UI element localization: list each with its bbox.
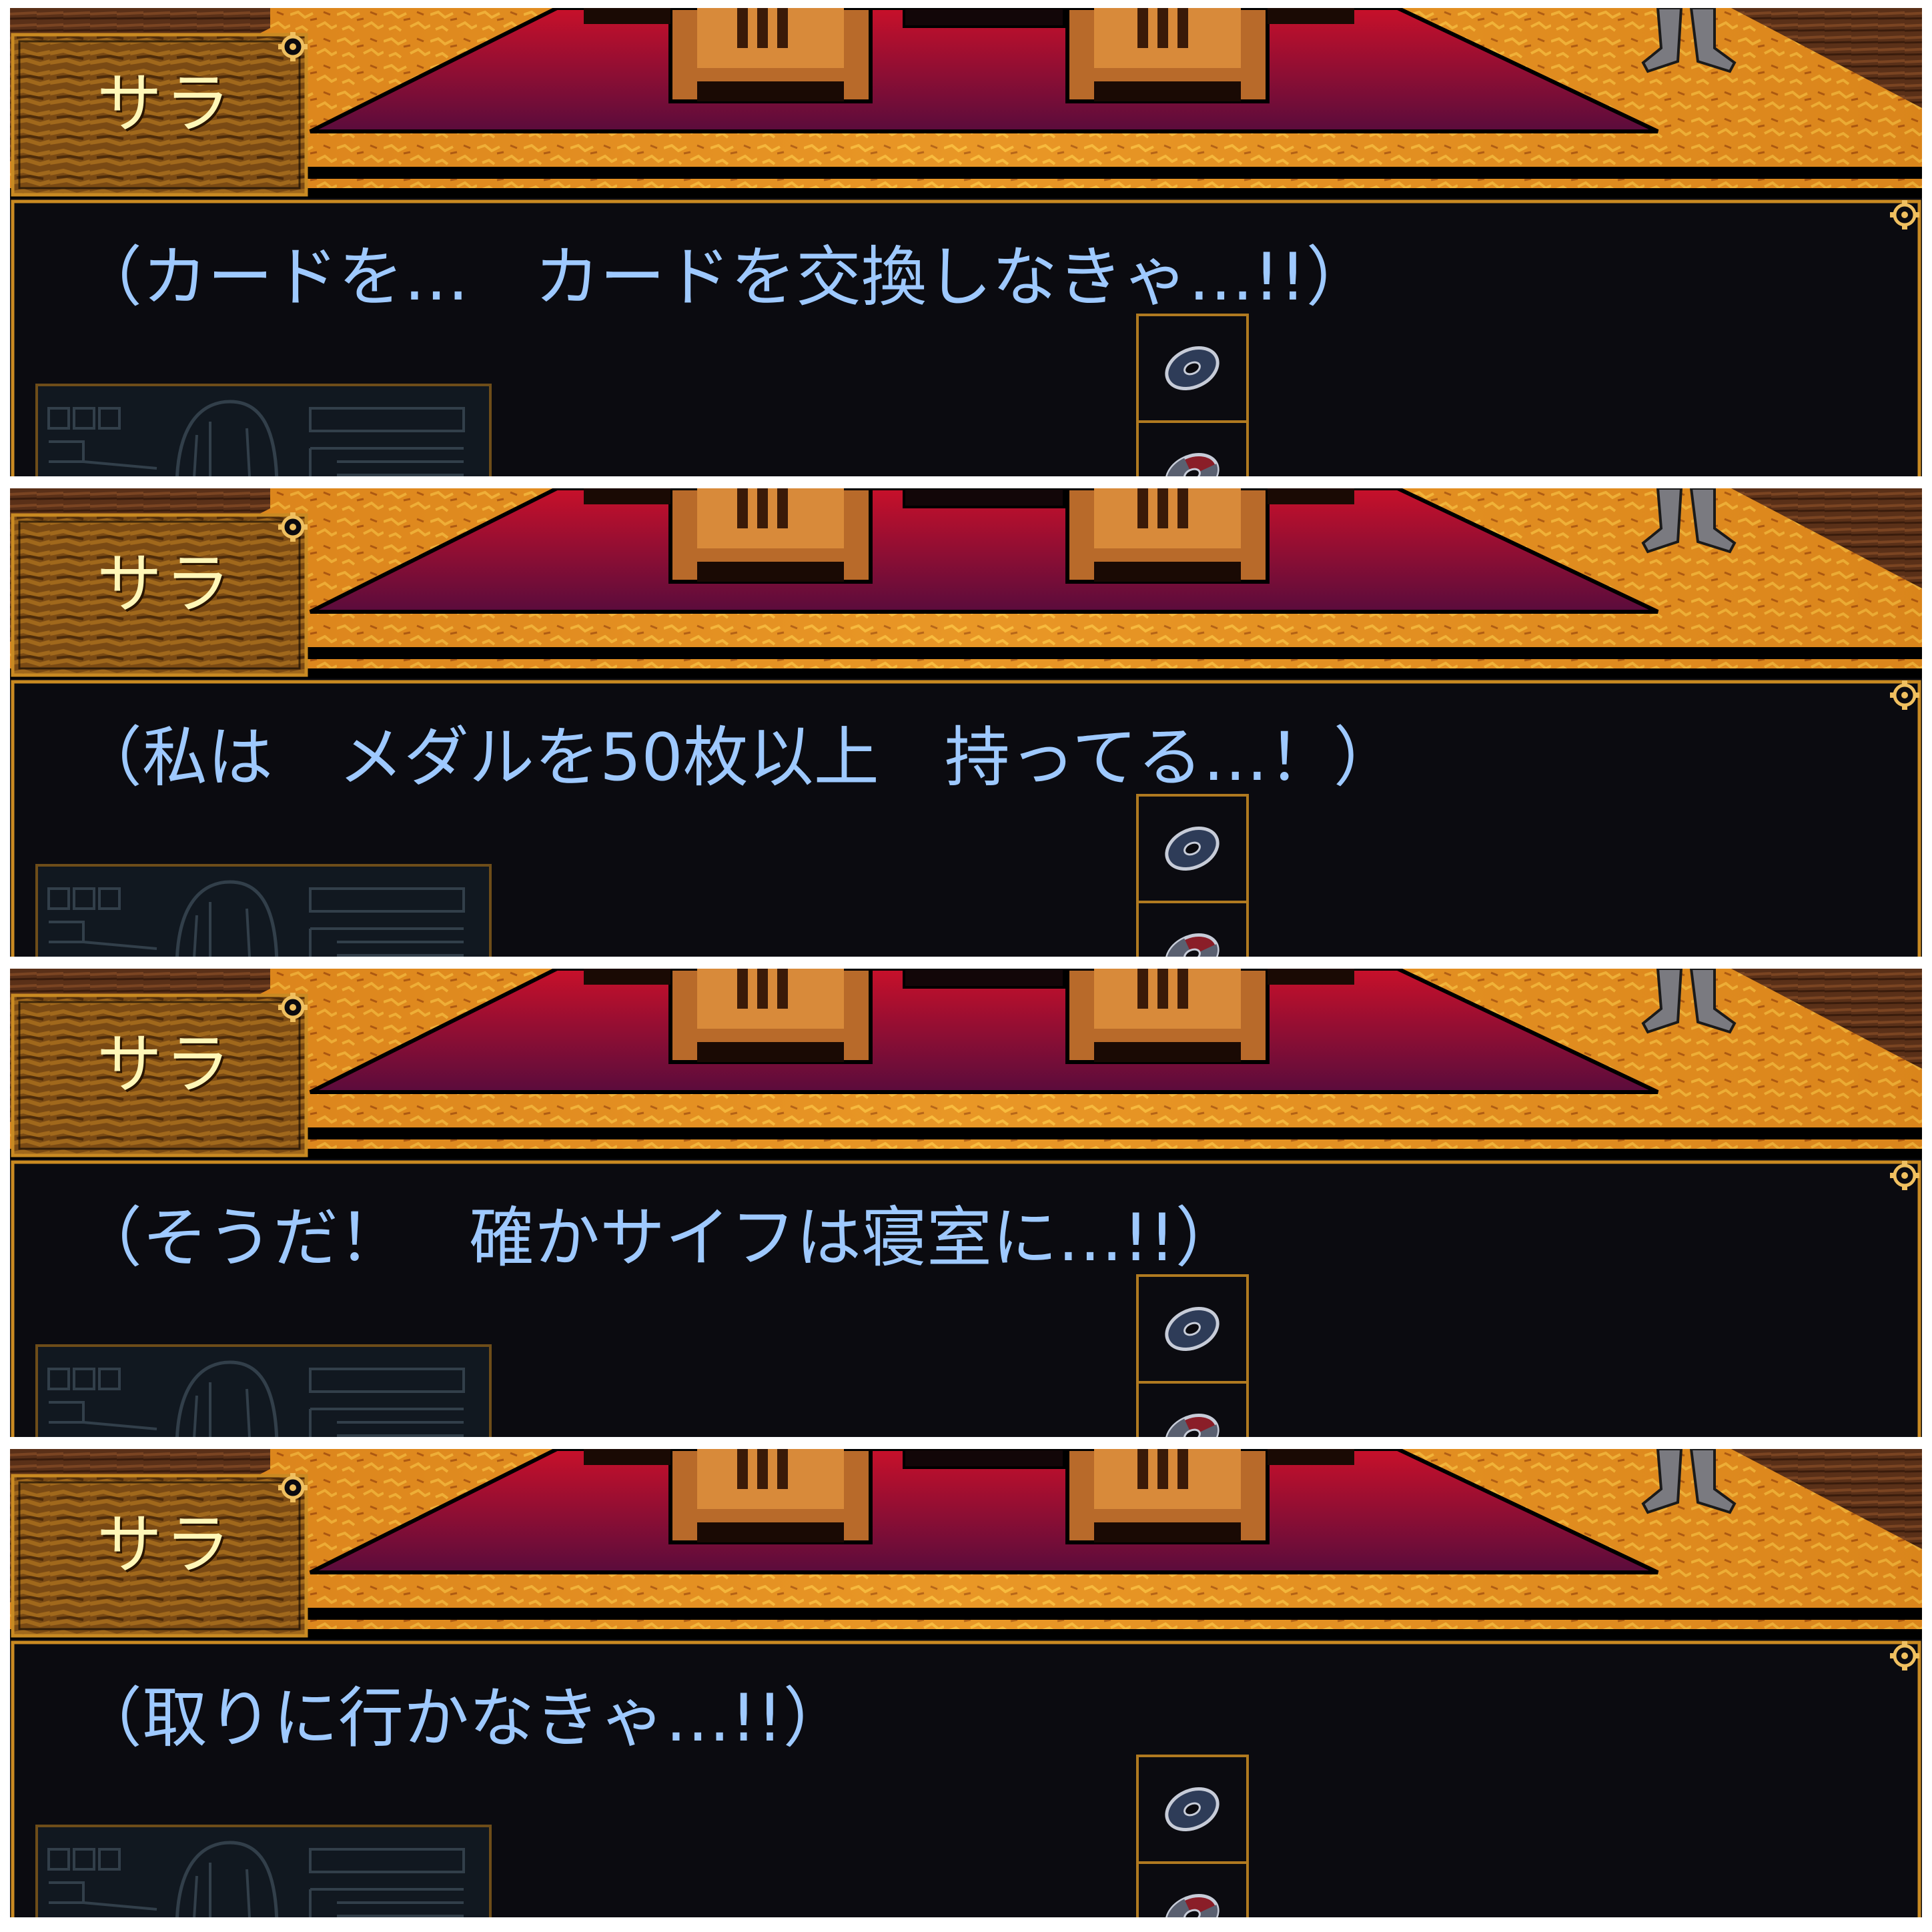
red-disc-icon[interactable]	[1137, 1382, 1248, 1437]
red-disc-icon[interactable]	[1137, 902, 1248, 957]
character-card-icon	[37, 1346, 490, 1437]
game-panel-2: サラ （私は メダルを50枚以上 持ってる…！）	[10, 488, 1922, 957]
settings-gear-icon[interactable]	[282, 995, 305, 1018]
red-disc-icon[interactable]	[1137, 422, 1248, 476]
settings-gear-icon[interactable]	[282, 35, 305, 57]
game-panel-1: サラ （カードを… カードを交換しなきゃ…!!）	[10, 8, 1922, 476]
dialogue-text[interactable]: （私は メダルを50枚以上 持ってる…！）	[77, 725, 1399, 791]
red-disc-icon[interactable]	[1137, 1863, 1248, 1917]
game-panel-3: サラ （そうだ！ 確かサイフは寝室に…!!）	[10, 969, 1922, 1437]
disc-icon[interactable]	[1137, 1756, 1248, 1863]
speaker-name: サラ	[97, 1507, 233, 1583]
speaker-name: サラ	[97, 66, 233, 142]
character-card-icon	[37, 1826, 490, 1917]
disc-icon[interactable]	[1137, 1276, 1248, 1382]
character-card-icon	[37, 385, 490, 476]
dialogue-text[interactable]: （そうだ！ 確かサイフは寝室に…!!）	[77, 1205, 1241, 1271]
dialogue-text[interactable]: （取りに行かなきゃ…!!）	[77, 1686, 849, 1751]
speaker-name: サラ	[97, 1027, 233, 1103]
disc-icon[interactable]	[1137, 795, 1248, 902]
disc-icon[interactable]	[1137, 315, 1248, 422]
character-card-icon	[37, 865, 490, 957]
speaker-name: サラ	[97, 546, 233, 622]
settings-gear-icon[interactable]	[282, 515, 305, 538]
dialogue-text[interactable]: （カードを… カードを交換しなきゃ…!!）	[77, 245, 1372, 310]
settings-gear-icon[interactable]	[282, 1476, 305, 1498]
game-panel-4: サラ （取りに行かなきゃ…!!）	[10, 1449, 1922, 1917]
